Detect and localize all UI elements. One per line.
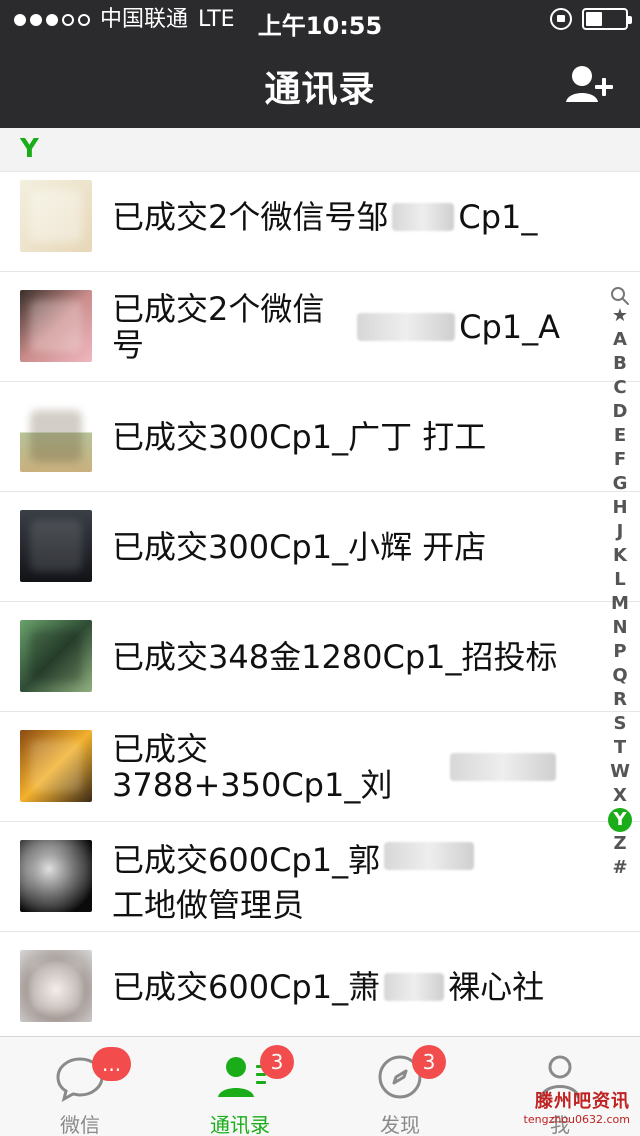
tab-label: 发现: [380, 1113, 420, 1136]
add-friend-button[interactable]: [564, 62, 616, 106]
index-letter[interactable]: L: [600, 568, 640, 592]
index-letter[interactable]: Z: [600, 832, 640, 856]
contact-avatar: [20, 290, 92, 362]
contact-name-prefix: 已成交3788+350Cp1_刘: [112, 730, 393, 804]
index-letter[interactable]: X: [600, 784, 640, 808]
tab-label: 通讯录: [210, 1113, 270, 1136]
index-letter[interactable]: K: [600, 544, 640, 568]
tab-discover[interactable]: 3 发现: [320, 1037, 480, 1136]
index-letter[interactable]: H: [600, 496, 640, 520]
contact-name: 已成交600Cp1_郭 工地做管理员: [112, 822, 560, 932]
contact-name-suffix: Cp1_A: [459, 308, 560, 346]
index-letter[interactable]: ★: [600, 304, 640, 328]
status-time: 上午10:55: [257, 12, 383, 40]
contact-name: 已成交2个微信号邹 Cp1_: [112, 172, 560, 272]
contact-row[interactable]: 已成交300Cp1_小辉 开店: [0, 492, 640, 602]
index-letter[interactable]: A: [600, 328, 640, 352]
index-letters[interactable]: ★ A B C D E F G H J K L M N P Q R S T W X Y Z #: [600, 304, 640, 880]
contact-name: 已成交348金1280Cp1_招投标: [112, 602, 560, 712]
redacted-text: [356, 313, 456, 341]
status-bar: 中国联通 LTE 上午10:55: [0, 0, 640, 40]
contact-avatar: [20, 510, 92, 582]
index-letter[interactable]: D: [600, 400, 640, 424]
contact-row[interactable]: 已成交600Cp1_萧 裸心社: [0, 932, 640, 1036]
index-letter[interactable]: J: [600, 520, 640, 544]
watermark-line2: tengzhou0632.com: [523, 1113, 630, 1126]
contact-name: 已成交3788+350Cp1_刘: [112, 712, 560, 822]
contact-avatar: [20, 840, 92, 912]
section-letter: Y: [20, 134, 39, 164]
contact-avatar: [20, 620, 92, 692]
section-header: Y: [0, 128, 640, 172]
index-letter[interactable]: W: [600, 760, 640, 784]
tab-badge: 3: [260, 1045, 294, 1079]
watermark: 滕州吧资讯 tengzhou0632.com: [510, 1087, 630, 1126]
contact-name-prefix: 已成交2个微信号邹: [112, 198, 389, 236]
redacted-text: [384, 973, 445, 1001]
index-letter[interactable]: B: [600, 352, 640, 376]
contact-row[interactable]: 已成交600Cp1_郭 工地做管理员: [0, 822, 640, 932]
contact-row[interactable]: 已成交2个微信号 Cp1_A: [0, 272, 640, 382]
contact-name-prefix: 已成交600Cp1_萧: [112, 968, 381, 1006]
tab-badge: 3: [412, 1045, 446, 1079]
tab-wechat[interactable]: ... 微信: [0, 1037, 160, 1136]
tab-label: 微信: [60, 1113, 100, 1136]
contact-name-prefix: 已成交300Cp1_广丁 打工: [112, 418, 487, 456]
watermark-line1: 滕州吧资讯: [535, 1091, 630, 1112]
contact-name: 已成交600Cp1_萧 裸心社: [112, 932, 560, 1036]
bottom-tab-bar[interactable]: ... 微信 3 通讯录 3 发现 我 滕州吧资讯 tengzhou0632.c…: [0, 1036, 640, 1136]
index-letter[interactable]: N: [600, 616, 640, 640]
contact-avatar: [20, 400, 92, 472]
index-letter[interactable]: G: [600, 472, 640, 496]
index-letter[interactable]: Q: [600, 664, 640, 688]
index-letter[interactable]: C: [600, 376, 640, 400]
contact-name: 已成交300Cp1_小辉 开店: [112, 492, 560, 602]
search-icon[interactable]: [610, 286, 630, 306]
contact-name-suffix: 裸心社: [448, 968, 545, 1006]
tab-contacts[interactable]: 3 通讯录: [160, 1037, 320, 1136]
contact-name-prefix: 已成交348金1280Cp1_招投标: [112, 638, 558, 676]
contact-row[interactable]: 已成交3788+350Cp1_刘: [0, 712, 640, 822]
index-letter-selected[interactable]: Y: [608, 808, 632, 832]
contact-name-prefix: 已成交2个微信号: [112, 290, 325, 364]
contact-row[interactable]: 已成交2个微信号邹 Cp1_: [0, 172, 640, 272]
index-letter[interactable]: R: [600, 688, 640, 712]
alphabet-index[interactable]: ★ A B C D E F G H J K L M N P Q R S T W X Y Z #: [600, 280, 640, 890]
index-letter[interactable]: E: [600, 424, 640, 448]
contact-name-suffix: 工地做管理员: [112, 886, 305, 924]
contact-name-prefix: 已成交600Cp1_郭: [112, 841, 381, 879]
index-letter[interactable]: Y: [600, 808, 640, 832]
redacted-text: [384, 842, 475, 870]
contact-name-prefix: 已成交300Cp1_小辉 开店: [112, 528, 487, 566]
page-title: 通讯录: [264, 69, 376, 110]
index-letter[interactable]: F: [600, 448, 640, 472]
contact-list[interactable]: 已成交2个微信号邹 Cp1_ 已成交2个微信号 Cp1_A 已成交300Cp1_…: [0, 172, 640, 1036]
battery-icon: [582, 8, 632, 30]
contact-name: 已成交300Cp1_广丁 打工: [112, 382, 560, 492]
contact-row[interactable]: 已成交300Cp1_广丁 打工: [0, 382, 640, 492]
rotation-lock-icon: [550, 8, 572, 30]
contact-name: 已成交2个微信号 Cp1_A: [112, 272, 560, 382]
app-header: 中国联通 LTE 上午10:55 通讯录: [0, 0, 640, 128]
redacted-text: [392, 203, 455, 231]
tab-badge: ...: [92, 1047, 132, 1081]
index-letter[interactable]: M: [600, 592, 640, 616]
contact-avatar: [20, 950, 92, 1022]
contact-name-suffix: Cp1_: [458, 198, 538, 236]
contact-avatar: [20, 180, 92, 252]
redacted-text: [449, 753, 556, 781]
contact-avatar: [20, 730, 92, 802]
index-letter[interactable]: S: [600, 712, 640, 736]
index-letter[interactable]: T: [600, 736, 640, 760]
index-letter[interactable]: #: [600, 856, 640, 880]
status-right: [550, 8, 632, 30]
index-letter[interactable]: P: [600, 640, 640, 664]
contact-row[interactable]: 已成交348金1280Cp1_招投标: [0, 602, 640, 712]
